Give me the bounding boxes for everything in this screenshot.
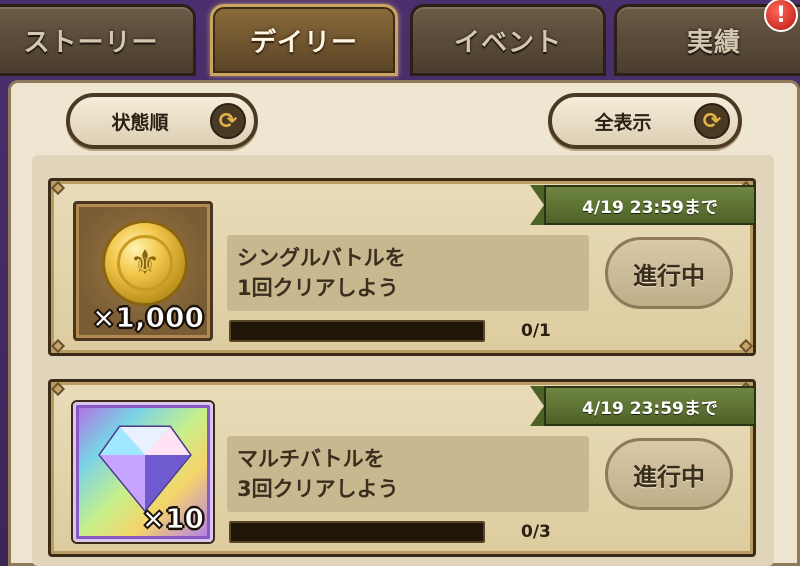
in-progress-button[interactable]: 進行中 xyxy=(605,438,733,510)
reward-slot[interactable]: ⚜ ×1,000 xyxy=(73,201,213,341)
mission-card: 4/19 23:59まで ×10 マルチバトルを 3回クリアしよう 0/3 進行… xyxy=(48,379,756,557)
gold-coin-icon: ⚜ xyxy=(102,220,188,306)
mission-tab-bar: ストーリー デイリー イベント 実績 ! xyxy=(0,0,800,80)
reward-quantity: ×10 xyxy=(141,502,204,536)
sort-order-button[interactable]: 状態順 ⟳ xyxy=(66,93,258,149)
progress-count: 0/1 xyxy=(521,321,551,341)
sort-order-label: 状態順 xyxy=(111,111,169,134)
deadline-ribbon: 4/19 23:59まで xyxy=(530,185,756,225)
filter-display-label: 全表示 xyxy=(594,111,652,134)
tab-daily[interactable]: デイリー xyxy=(210,4,398,76)
tab-achievements-label: 実績 xyxy=(686,27,741,58)
progress-bar xyxy=(229,320,485,342)
mission-card: 4/19 23:59まで ⚜ ×1,000 シングルバトルを 1回クリアしよう … xyxy=(48,178,756,356)
progress-bar xyxy=(229,521,485,543)
mission-description: マルチバトルを 3回クリアしよう xyxy=(227,436,589,512)
corner-ornament xyxy=(50,381,66,397)
tab-event-label: イベント xyxy=(453,27,562,58)
tab-story[interactable]: ストーリー xyxy=(0,4,196,76)
mission-description-line: シングルバトルを xyxy=(237,246,406,270)
corner-ornament xyxy=(50,180,66,196)
in-progress-button[interactable]: 進行中 xyxy=(605,237,733,309)
corner-ornament xyxy=(50,338,66,354)
deadline-ribbon: 4/19 23:59まで xyxy=(530,386,756,426)
tab-story-label: ストーリー xyxy=(23,27,159,58)
tab-event[interactable]: イベント xyxy=(410,4,606,76)
reward-quantity: ×1,000 xyxy=(91,301,204,335)
mission-description: シングルバトルを 1回クリアしよう xyxy=(227,235,589,311)
rainbow-gem-icon xyxy=(98,425,192,513)
cycle-arrows-icon: ⟳ xyxy=(694,103,730,139)
coin-emblem-icon: ⚜ xyxy=(117,235,173,291)
corner-ornament xyxy=(738,338,754,354)
mission-description-line: 3回クリアしよう xyxy=(237,477,399,501)
mission-description-line: 1回クリアしよう xyxy=(237,276,399,300)
tab-daily-label: デイリー xyxy=(249,27,358,58)
progress-count: 0/3 xyxy=(521,522,551,542)
filter-display-button[interactable]: 全表示 ⟳ xyxy=(548,93,742,149)
reward-slot[interactable]: ×10 xyxy=(73,402,213,542)
mission-description-line: マルチバトルを xyxy=(237,447,385,471)
cycle-arrows-icon: ⟳ xyxy=(210,103,246,139)
